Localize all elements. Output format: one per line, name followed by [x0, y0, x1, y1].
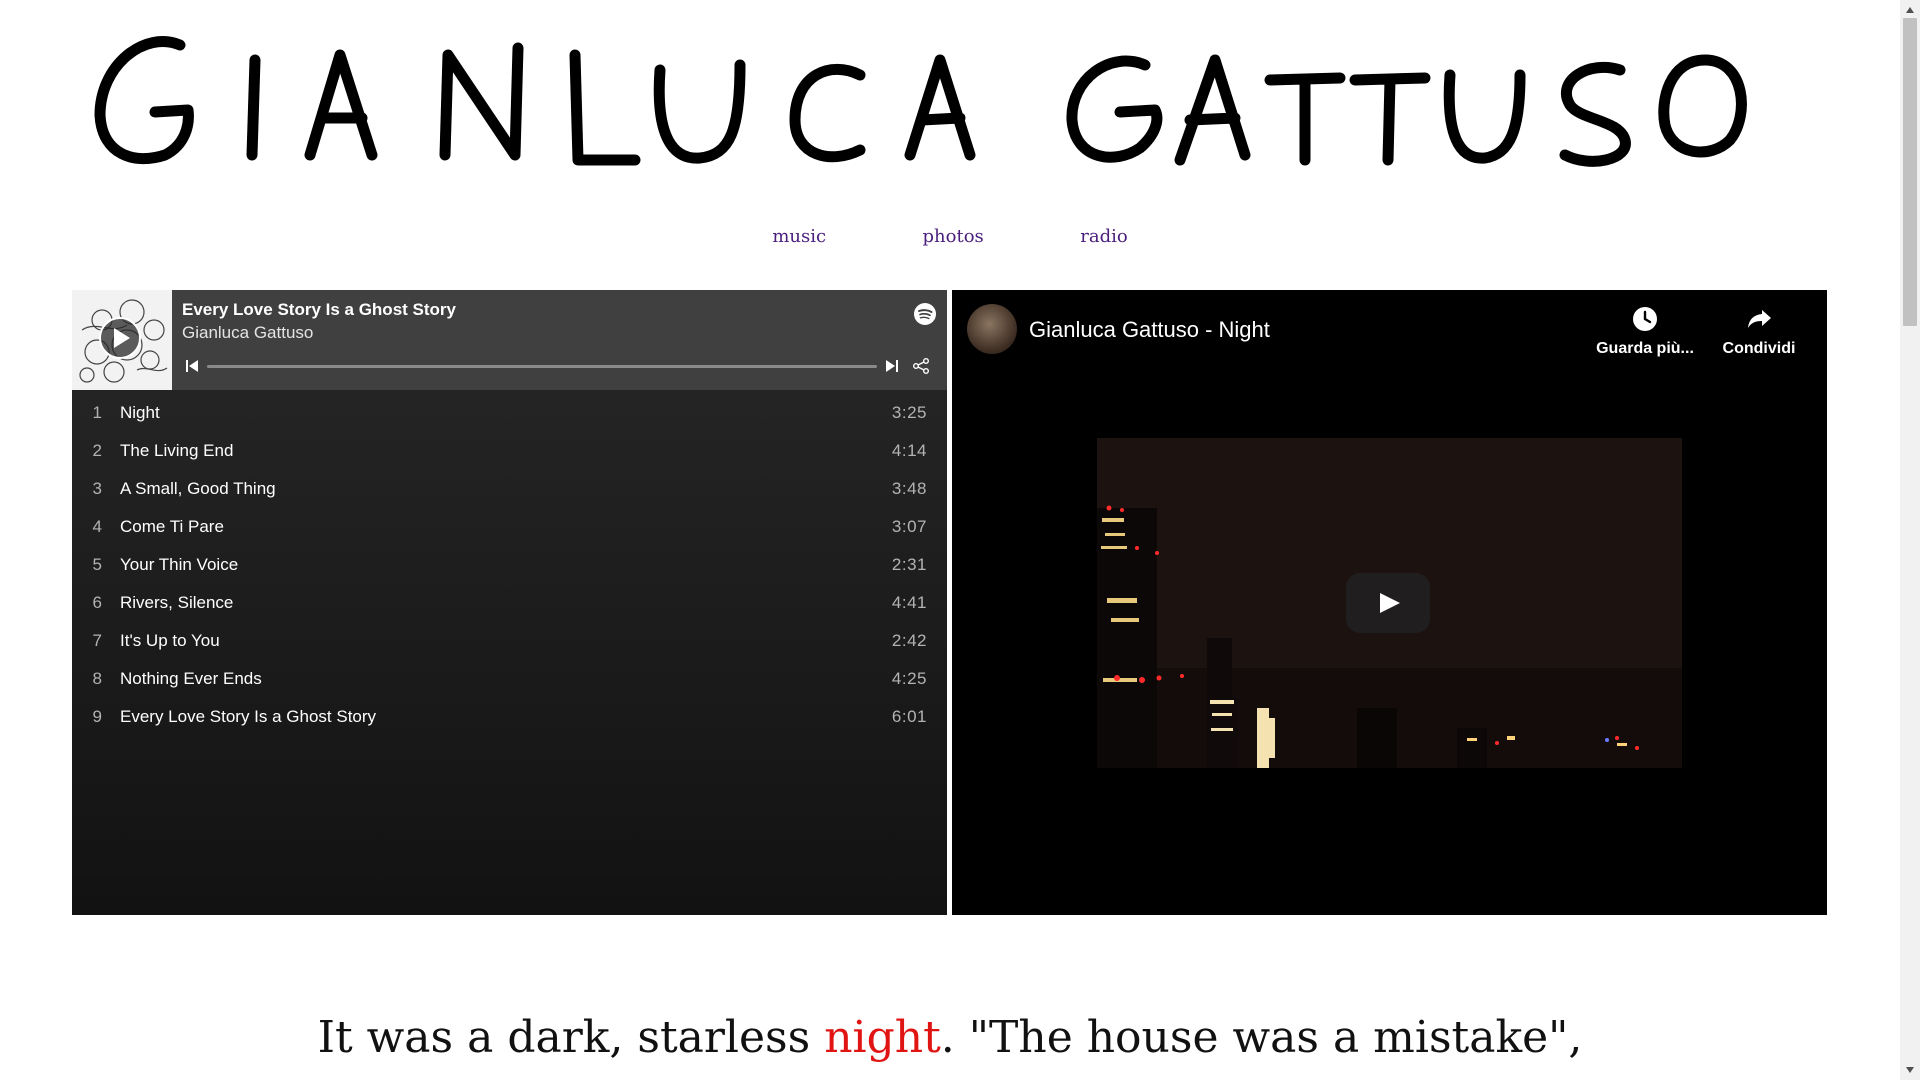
track-number: 6 — [92, 593, 102, 612]
track-number: 5 — [92, 555, 102, 574]
track-name: Nothing Ever Ends — [120, 669, 262, 688]
share-icon[interactable] — [912, 357, 930, 375]
scroll-down-arrow-icon[interactable] — [1905, 1066, 1915, 1074]
track-row[interactable]: 4 Come Ti Pare 3:07 — [72, 508, 947, 546]
track-row[interactable]: 1 Night 3:25 — [72, 394, 947, 432]
nav-link-music[interactable]: music — [772, 226, 826, 247]
track-row[interactable]: 7 It's Up to You 2:42 — [72, 622, 947, 660]
track-row[interactable]: 5 Your Thin Voice 2:31 — [72, 546, 947, 584]
track-number: 2 — [92, 441, 102, 460]
share-button[interactable]: Condividi — [1704, 304, 1814, 358]
play-icon — [1380, 593, 1400, 613]
site-logo[interactable] — [90, 20, 1830, 180]
watch-later-button[interactable]: Guarda più... — [1590, 304, 1700, 358]
artist-name[interactable]: Gianluca Gattuso — [182, 323, 313, 343]
track-name: Rivers, Silence — [120, 593, 234, 612]
track-row[interactable]: 3 A Small, Good Thing 3:48 — [72, 470, 947, 508]
spotify-header: Every Love Story Is a Ghost Story Gianlu… — [72, 290, 947, 390]
track-name: A Small, Good Thing — [120, 479, 276, 498]
track-row[interactable]: 8 Nothing Ever Ends 4:25 — [72, 660, 947, 698]
track-list: 1 Night 3:25 2 The Living End 4:14 3 A S… — [72, 390, 947, 736]
track-duration: 2:42 — [891, 631, 927, 650]
play-icon — [99, 317, 141, 359]
progress-bar[interactable] — [207, 365, 877, 368]
scrollbar-thumb[interactable] — [1903, 18, 1917, 326]
track-duration: 2:31 — [891, 555, 927, 574]
track-name: Night — [120, 403, 160, 422]
youtube-player: Gianluca Gattuso - Night Guarda più... C… — [952, 290, 1827, 915]
share-label: Condividi — [1722, 340, 1796, 357]
page-scrollbar[interactable] — [1900, 0, 1920, 1080]
track-row[interactable]: 2 The Living End 4:14 — [72, 432, 947, 470]
album-title[interactable]: Every Love Story Is a Ghost Story — [182, 300, 456, 320]
track-name: It's Up to You — [120, 631, 220, 650]
track-duration: 4:41 — [891, 593, 927, 612]
video-title[interactable]: Gianluca Gattuso - Night — [1029, 317, 1270, 343]
track-row[interactable]: 6 Rivers, Silence 4:41 — [72, 584, 947, 622]
track-number: 1 — [92, 403, 102, 422]
track-number: 7 — [92, 631, 102, 650]
share-arrow-icon — [1748, 310, 1771, 328]
track-name: Every Love Story Is a Ghost Story — [120, 707, 377, 726]
track-number: 4 — [92, 517, 102, 536]
story-highlight-word: night — [824, 1012, 941, 1063]
spotify-logo-icon[interactable] — [913, 302, 937, 326]
channel-avatar[interactable] — [967, 304, 1017, 354]
track-number: 3 — [92, 479, 102, 498]
track-duration: 3:07 — [891, 517, 927, 536]
story-text-start: It was a dark, starless — [317, 1012, 825, 1063]
track-number: 8 — [92, 669, 102, 688]
track-duration: 4:14 — [891, 441, 927, 460]
skip-forward-icon[interactable] — [884, 358, 900, 374]
track-row[interactable]: 9 Every Love Story Is a Ghost Story 6:01 — [72, 698, 947, 736]
main-nav: music photos radio — [0, 226, 1900, 247]
spotify-player: Every Love Story Is a Ghost Story Gianlu… — [72, 290, 947, 915]
album-cover[interactable] — [72, 290, 172, 390]
track-name: The Living End — [120, 441, 234, 460]
story-text-end: . "The house was a mistake", — [940, 1012, 1583, 1063]
track-name: Your Thin Voice — [120, 555, 239, 574]
story-text: It was a dark, starless night. "The hous… — [0, 1012, 1900, 1063]
scroll-up-arrow-icon[interactable] — [1905, 6, 1915, 14]
track-duration: 3:48 — [891, 479, 927, 498]
video-play-button[interactable] — [1346, 573, 1430, 633]
track-number: 9 — [92, 707, 102, 726]
track-duration: 6:01 — [891, 707, 927, 726]
clock-icon — [1633, 307, 1657, 331]
skip-back-icon[interactable] — [184, 358, 200, 374]
nav-link-radio[interactable]: radio — [1080, 226, 1127, 247]
track-duration: 4:25 — [891, 669, 927, 688]
nav-link-photos[interactable]: photos — [923, 226, 984, 247]
track-duration: 3:25 — [891, 403, 927, 422]
track-name: Come Ti Pare — [120, 517, 224, 536]
watch-later-label: Guarda più... — [1596, 340, 1694, 357]
